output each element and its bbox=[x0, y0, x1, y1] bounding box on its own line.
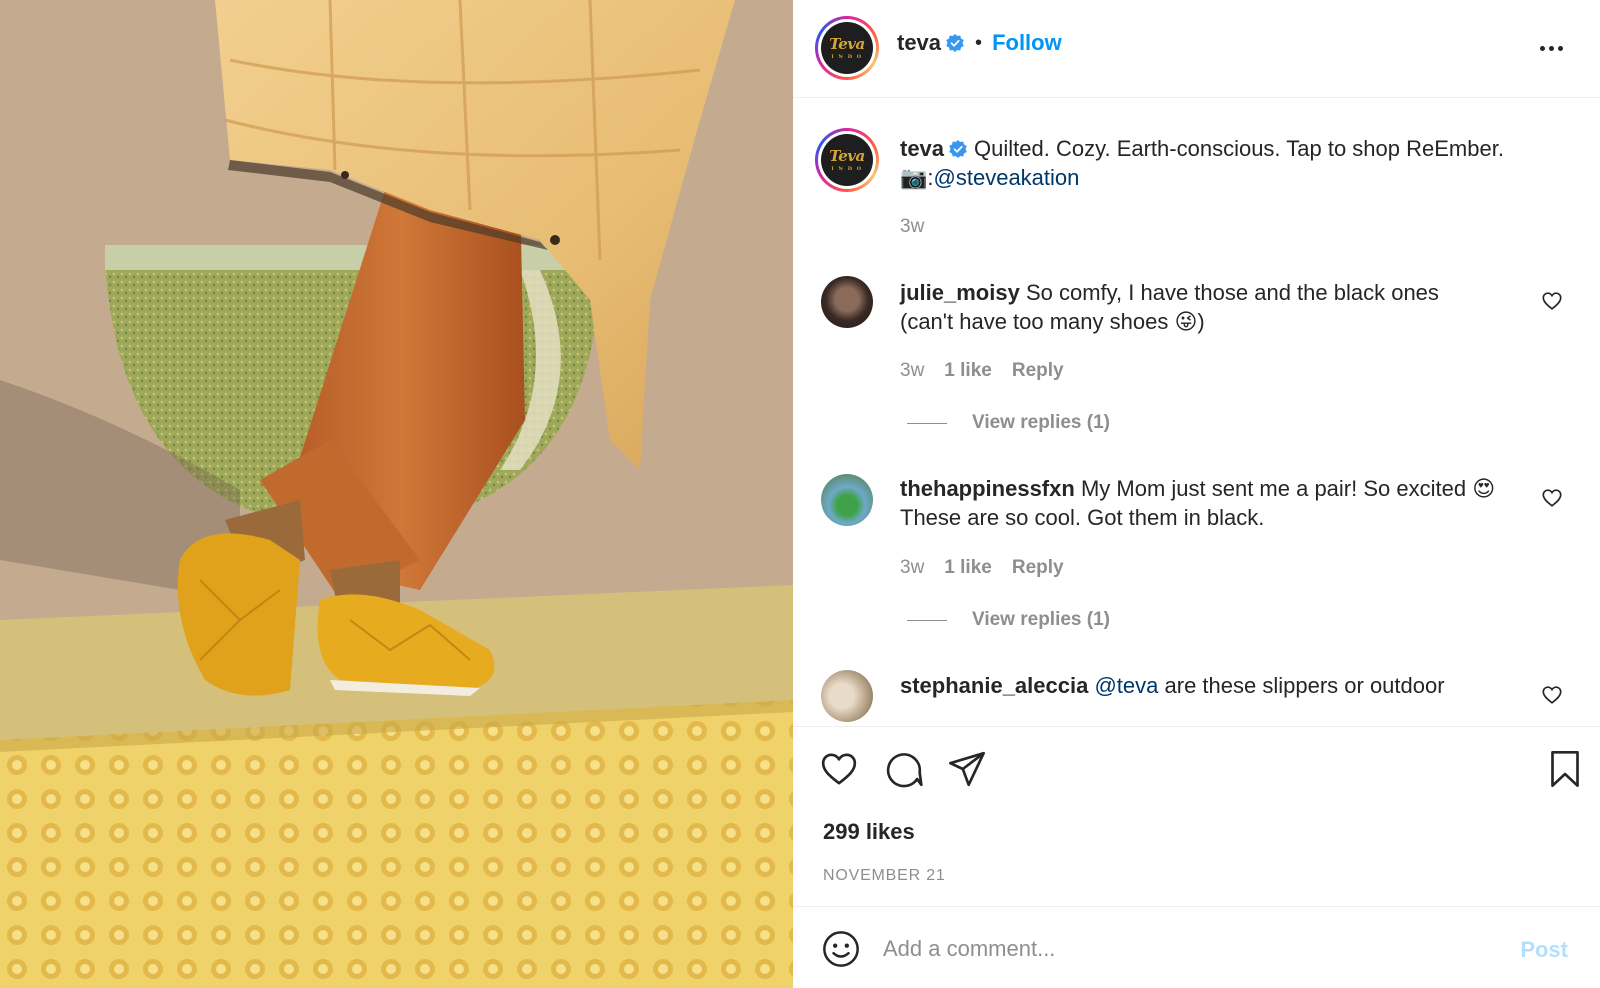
caption-username[interactable]: teva bbox=[900, 136, 944, 161]
separator-dot: • bbox=[975, 31, 983, 54]
reply-button[interactable]: Reply bbox=[1012, 360, 1064, 382]
author-row: teva • Follow bbox=[897, 30, 1062, 56]
comment-text: julie_moisy So comfy, I have those and t… bbox=[900, 278, 1520, 336]
comment-body: So comfy, I have those and the black one… bbox=[1025, 280, 1439, 305]
view-replies-label: View replies (1) bbox=[972, 609, 1110, 630]
replies-divider bbox=[907, 422, 947, 424]
comment-body-line2: (can't have too many shoes 😜) bbox=[900, 309, 1205, 334]
bookmark-icon[interactable] bbox=[1545, 749, 1585, 789]
caption: teva Quilted. Cozy. Earth-conscious. Tap… bbox=[900, 134, 1580, 192]
comment-meta: 3w 1 like Reply bbox=[900, 557, 1064, 579]
comment-meta: 3w 1 like Reply bbox=[900, 360, 1064, 382]
comment-username[interactable]: julie_moisy bbox=[900, 280, 1020, 305]
credit-mention-link[interactable]: @steveakation bbox=[934, 165, 1080, 190]
likes-count[interactable]: 299 likes bbox=[823, 819, 915, 845]
post-photo[interactable] bbox=[0, 0, 793, 988]
comment-input[interactable] bbox=[883, 927, 1463, 971]
post-photo-illustration bbox=[0, 0, 793, 988]
post-details-panel: Teva I N D O teva • Follow Teva I N D O … bbox=[793, 0, 1600, 988]
comment-username[interactable]: thehappinessfxn bbox=[900, 476, 1075, 501]
commenter-avatar[interactable] bbox=[821, 670, 873, 722]
post-header: Teva I N D O teva • Follow bbox=[793, 0, 1600, 98]
reply-button[interactable]: Reply bbox=[1012, 557, 1064, 579]
follow-button[interactable]: Follow bbox=[992, 30, 1062, 56]
comment-mention-link[interactable]: @teva bbox=[1094, 673, 1158, 698]
comment-like-heart-icon[interactable] bbox=[1541, 487, 1563, 509]
comment-body: are these slippers or outdoor bbox=[1164, 673, 1445, 698]
comment-likes[interactable]: 1 like bbox=[944, 360, 992, 382]
teva-logo: Teva I N D O bbox=[821, 134, 873, 186]
logo-text: Teva bbox=[829, 34, 865, 53]
comment-body-line2: These are so cool. Got them in black. bbox=[900, 505, 1265, 530]
teva-logo: Teva I N D O bbox=[821, 22, 873, 74]
smiley-icon[interactable] bbox=[821, 929, 861, 969]
post-date[interactable]: NOVEMBER 21 bbox=[823, 867, 946, 885]
view-replies-label: View replies (1) bbox=[972, 412, 1110, 433]
post-actions: 299 likes NOVEMBER 21 bbox=[793, 726, 1600, 906]
verified-badge-icon bbox=[949, 140, 967, 158]
caption-time[interactable]: 3w bbox=[900, 216, 924, 238]
comment-likes[interactable]: 1 like bbox=[944, 557, 992, 579]
caption-author-avatar[interactable]: Teva I N D O bbox=[815, 128, 879, 192]
logo-subtext: I N D O bbox=[831, 165, 863, 172]
commenter-avatar[interactable] bbox=[821, 474, 873, 526]
commenter-avatar[interactable] bbox=[821, 276, 873, 328]
replies-divider bbox=[907, 619, 947, 621]
comment-text: thehappinessfxn My Mom just sent me a pa… bbox=[900, 474, 1530, 532]
logo-subtext: I N D O bbox=[831, 53, 863, 60]
comment-icon[interactable] bbox=[883, 749, 923, 789]
author-avatar[interactable]: Teva I N D O bbox=[815, 16, 879, 80]
comment-like-heart-icon[interactable] bbox=[1541, 290, 1563, 312]
heart-icon[interactable] bbox=[819, 749, 859, 789]
comment-body: My Mom just sent me a pair! So excited 😍 bbox=[1080, 476, 1496, 501]
logo-text: Teva bbox=[829, 146, 865, 165]
paper-plane-icon[interactable] bbox=[947, 749, 987, 789]
caption-text: Quilted. Cozy. Earth-conscious. Tap to s… bbox=[974, 136, 1504, 161]
author-username[interactable]: teva bbox=[897, 30, 941, 56]
comments-list[interactable]: Teva I N D O teva Quilted. Cozy. Earth-c… bbox=[793, 98, 1600, 726]
comment-username[interactable]: stephanie_aleccia bbox=[900, 673, 1088, 698]
comment-time[interactable]: 3w bbox=[900, 557, 924, 579]
camera-icon: 📷 bbox=[900, 165, 928, 190]
add-comment-bar: Post bbox=[793, 906, 1600, 988]
post-comment-button[interactable]: Post bbox=[1520, 937, 1568, 963]
comment-text: stephanie_aleccia @teva are these slippe… bbox=[900, 671, 1520, 700]
verified-badge-icon bbox=[946, 34, 964, 52]
more-options-icon[interactable] bbox=[1540, 38, 1570, 58]
caption-meta: 3w bbox=[900, 216, 924, 238]
comment-like-heart-icon[interactable] bbox=[1541, 684, 1563, 706]
view-replies-button[interactable]: View replies (1) bbox=[907, 609, 1110, 631]
view-replies-button[interactable]: View replies (1) bbox=[907, 412, 1110, 434]
comment-time[interactable]: 3w bbox=[900, 360, 924, 382]
